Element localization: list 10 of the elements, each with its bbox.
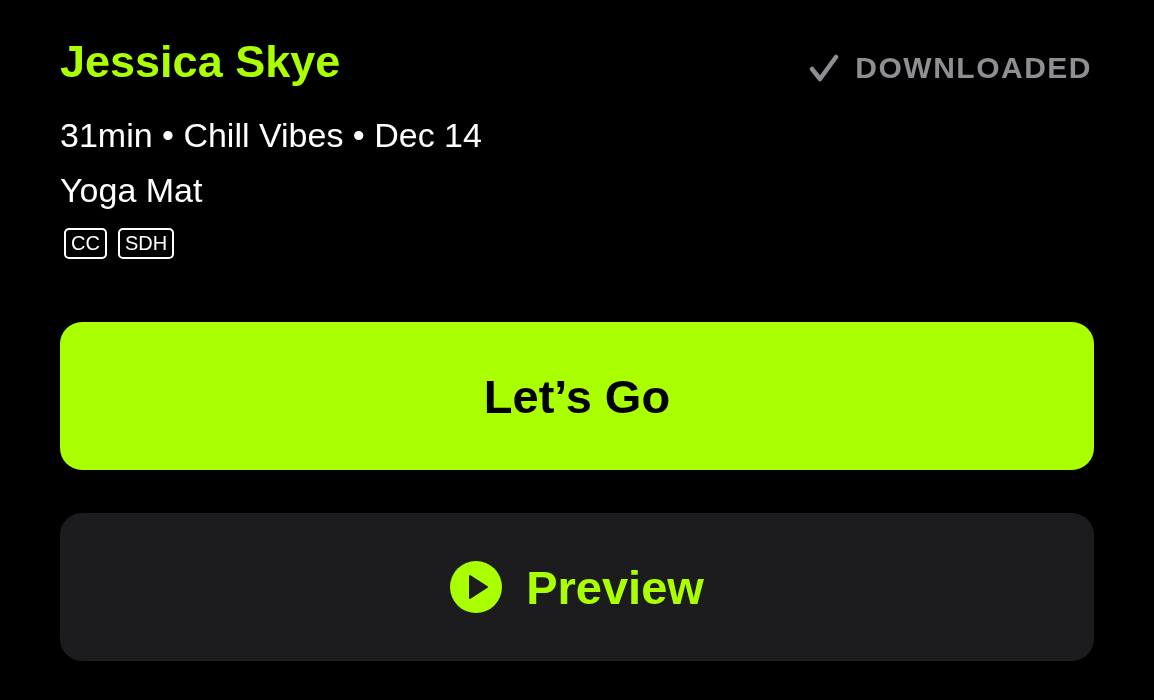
downloaded-status: DOWNLOADED	[855, 50, 1092, 86]
caption-badge: SDH	[117, 228, 175, 259]
workout-instructor-name: Jessica Skye	[60, 35, 341, 89]
caption-badge: CC	[64, 228, 107, 259]
play-icon	[450, 561, 503, 613]
start-button[interactable]: Let’s Go	[60, 322, 1094, 470]
preview-button[interactable]: Preview	[60, 513, 1094, 661]
check-icon	[809, 54, 840, 82]
equipment-text: Yoga Mat	[60, 170, 204, 211]
workout-meta: 31min • Chill Vibes • Dec 14	[60, 115, 483, 156]
